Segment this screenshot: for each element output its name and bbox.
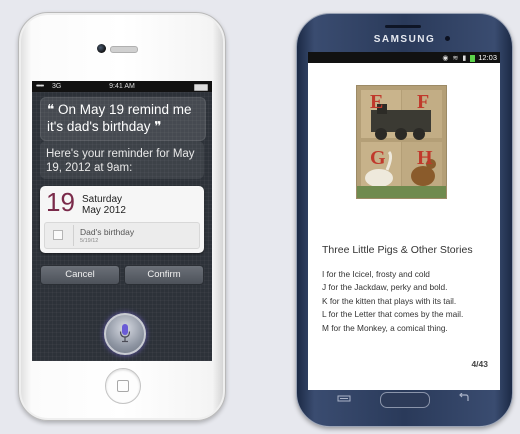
reminder-month-year: May 2012 [82, 205, 126, 216]
home-button[interactable] [380, 392, 430, 408]
book-title: Three Little Pigs & Other Stories [322, 244, 473, 256]
book-cover-art: E F G H [357, 86, 446, 198]
user-utterance-text: ❝ On May 19 remind me it's dad's birthda… [47, 102, 192, 134]
status-time: 9:41 AM [109, 83, 135, 90]
ereader-screen: ◉ ≋ ▮ 12:03 E F G H Three Little Pigs & … [308, 52, 500, 390]
earpiece-speaker [385, 25, 421, 28]
battery-icon [470, 54, 476, 62]
book-line: L for the Letter that comes by the mail. [322, 309, 464, 320]
book-line: M for the Monkey, a comical thing. [322, 322, 448, 333]
reminder-date: 5/19/12 [80, 238, 99, 244]
cancel-button[interactable]: Cancel [40, 265, 120, 285]
earpiece-speaker [110, 46, 138, 53]
book-line: J for the Jackdaw, perky and bold. [322, 282, 448, 293]
reminder-weekday: Saturday [82, 194, 123, 205]
reminder-title: Dad's birthday [80, 227, 135, 237]
brand-logo: SAMSUNG [373, 34, 436, 45]
book-line: K for the kitten that plays with its tai… [322, 295, 457, 306]
menu-key-icon[interactable] [337, 395, 351, 402]
reminder-checkbox[interactable] [53, 230, 63, 240]
book-line: I for the Icicel, frosty and cold [322, 269, 430, 279]
reminder-card[interactable]: 19 Saturday May 2012 Dad's birthday 5/19… [40, 186, 204, 253]
reminder-day-number: 19 [46, 187, 75, 217]
samsung-device: SAMSUNG ◉ ≋ ▮ 12:03 E F G H Three Little… [296, 13, 513, 427]
book-text: I for the Icicel, frosty and cold J for … [322, 268, 500, 335]
wifi-icon: ≋ [452, 55, 459, 62]
mic-icon [119, 324, 131, 343]
home-icon [117, 380, 129, 392]
iphone-device: ••••• 3G 9:41 AM ❝ On May 19 remind me i… [18, 12, 226, 421]
siri-screen: ••••• 3G 9:41 AM ❝ On May 19 remind me i… [32, 81, 212, 361]
battery-icon [194, 84, 208, 91]
status-time: 12:03 [478, 53, 497, 62]
home-button[interactable] [105, 368, 141, 404]
cover-letter-g: G [370, 147, 386, 169]
reminder-item[interactable]: Dad's birthday 5/19/12 [44, 222, 200, 249]
front-camera-icon [445, 36, 450, 41]
eye-icon: ◉ [442, 55, 449, 62]
camera-icon [97, 44, 106, 53]
cover-letter-f: F [417, 91, 429, 113]
confirm-button[interactable]: Confirm [124, 265, 204, 285]
reminder-divider [73, 225, 74, 246]
siri-mic-button[interactable] [104, 313, 146, 355]
android-status-bar: ◉ ≋ ▮ 12:03 [308, 52, 500, 63]
cover-letter-h: H [417, 147, 433, 169]
book-cover-image[interactable]: E F G H [356, 85, 447, 199]
cover-letter-e: E [370, 91, 383, 113]
page-indicator: 4/43 [471, 359, 488, 369]
back-key-icon[interactable] [457, 393, 471, 403]
siri-reply-text: Here's your reminder for May 19, 2012 at… [46, 148, 195, 174]
ios-status-bar: ••••• 3G 9:41 AM [32, 81, 212, 92]
signal-icon: ▮ [462, 55, 467, 62]
